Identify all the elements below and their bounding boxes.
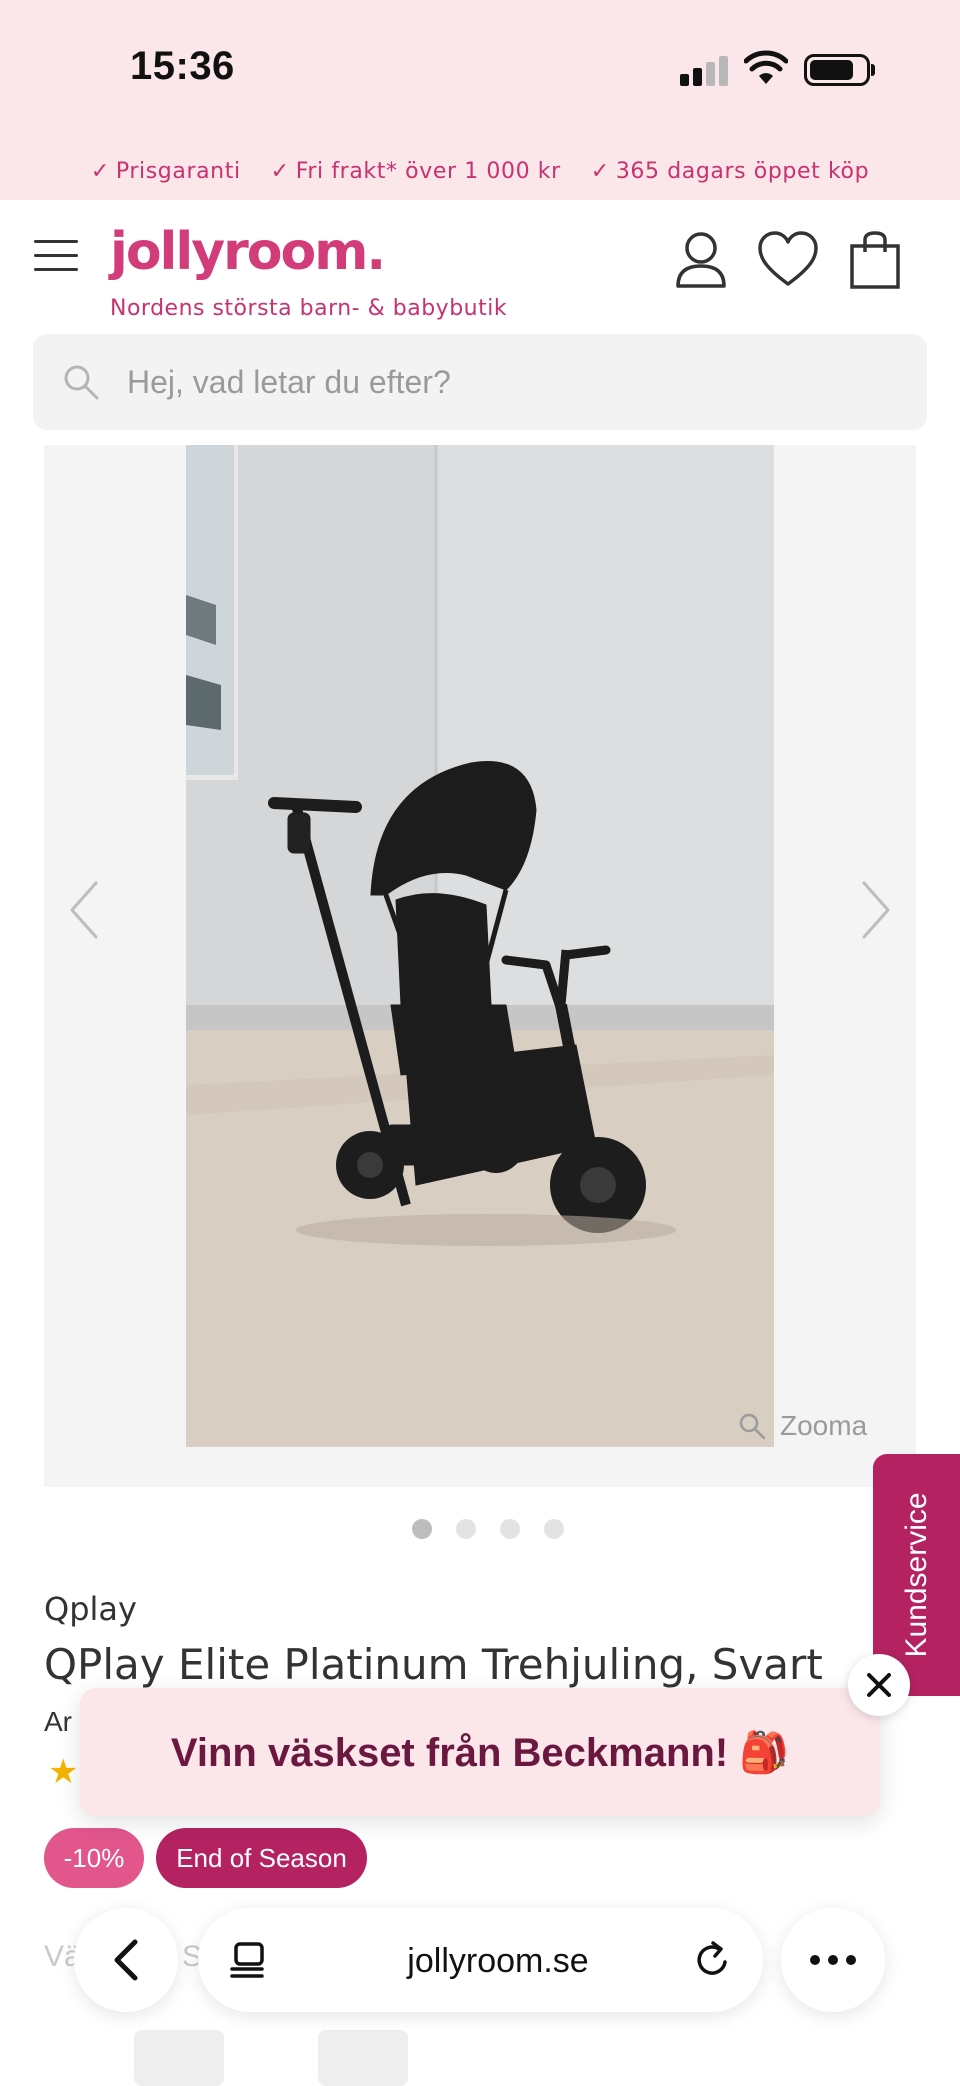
product-brand[interactable]: Qplay [44, 1590, 137, 1628]
next-image-arrow-icon[interactable] [856, 875, 896, 945]
variant-thumbnail[interactable] [134, 2030, 224, 2086]
search-icon [64, 365, 99, 400]
discount-badge: -10% [44, 1828, 144, 1888]
gallery-dot[interactable] [500, 1519, 520, 1539]
campaign-badge: End of Season [156, 1828, 367, 1888]
variant-thumbnail[interactable] [318, 2030, 408, 2086]
zoom-label: Zooma [780, 1410, 868, 1441]
battery-cap [871, 64, 875, 76]
usp-label: Prisgaranti [115, 158, 241, 184]
usp-item: ✓ Prisgaranti [91, 159, 241, 184]
bag-icon[interactable] [848, 230, 902, 290]
search-input[interactable]: Hej, vad letar du efter? [127, 364, 451, 401]
usp-item: ✓ Fri frakt* över 1 000 kr [271, 159, 561, 184]
reload-icon[interactable] [694, 1940, 732, 1980]
usp-bar: ✓ Prisgaranti ✓ Fri frakt* över 1 000 kr… [0, 150, 960, 192]
gallery-dot[interactable] [412, 1519, 432, 1539]
usp-label: 365 dagars öppet köp [615, 158, 870, 184]
wifi-icon [744, 50, 788, 84]
site-tagline: Nordens största barn- & babybutik [110, 296, 508, 321]
usp-label: Fri frakt* över 1 000 kr [295, 158, 561, 184]
close-icon [867, 1673, 891, 1697]
close-popup-button[interactable] [848, 1654, 910, 1716]
browser-url[interactable]: jollyroom.se [378, 1942, 618, 1981]
site-header: jollyroom. Nordens största barn- & babyb… [0, 200, 960, 325]
promo-popup[interactable]: Vinn väskset från Beckmann! 🎒 [80, 1688, 880, 1816]
heart-icon[interactable] [756, 230, 820, 290]
back-icon [114, 1939, 138, 1981]
rating-star-icon[interactable]: ★ [48, 1752, 78, 1792]
battery-icon [804, 54, 870, 86]
status-time: 15:36 [130, 44, 235, 88]
more-icon [810, 1955, 856, 1965]
site-logo[interactable]: jollyroom. [110, 222, 386, 282]
search-bar[interactable]: Hej, vad letar du efter? [33, 334, 927, 430]
product-image[interactable] [186, 445, 774, 1447]
usp-item: ✓ 365 dagars öppet köp [591, 159, 869, 184]
browser-address-bar[interactable]: jollyroom.se [198, 1908, 763, 2012]
gallery-pagination [412, 1519, 564, 1539]
check-icon: ✓ [90, 158, 110, 184]
menu-icon[interactable] [34, 240, 78, 272]
account-icon[interactable] [672, 230, 730, 290]
gallery-dot[interactable] [544, 1519, 564, 1539]
browser-more-button[interactable] [781, 1908, 885, 2012]
check-icon: ✓ [270, 158, 290, 184]
product-gallery[interactable]: Zooma [44, 445, 916, 1487]
product-title: QPlay Elite Platinum Trehjuling, Svart [44, 1640, 823, 1689]
gallery-dot[interactable] [456, 1519, 476, 1539]
check-icon: ✓ [590, 158, 610, 184]
tabs-icon[interactable] [228, 1940, 266, 1980]
zoom-icon [739, 1413, 766, 1440]
browser-back-button[interactable] [74, 1908, 178, 2012]
product-article-number: Ar [44, 1706, 72, 1737]
customer-service-label: Kundservice [899, 1492, 933, 1658]
promo-popup-text[interactable]: Vinn väskset från Beckmann! 🎒 [171, 1729, 789, 1776]
cellular-signal-icon [680, 54, 730, 86]
zoom-button[interactable]: Zooma [738, 1410, 867, 1442]
prev-image-arrow-icon[interactable] [64, 875, 104, 945]
